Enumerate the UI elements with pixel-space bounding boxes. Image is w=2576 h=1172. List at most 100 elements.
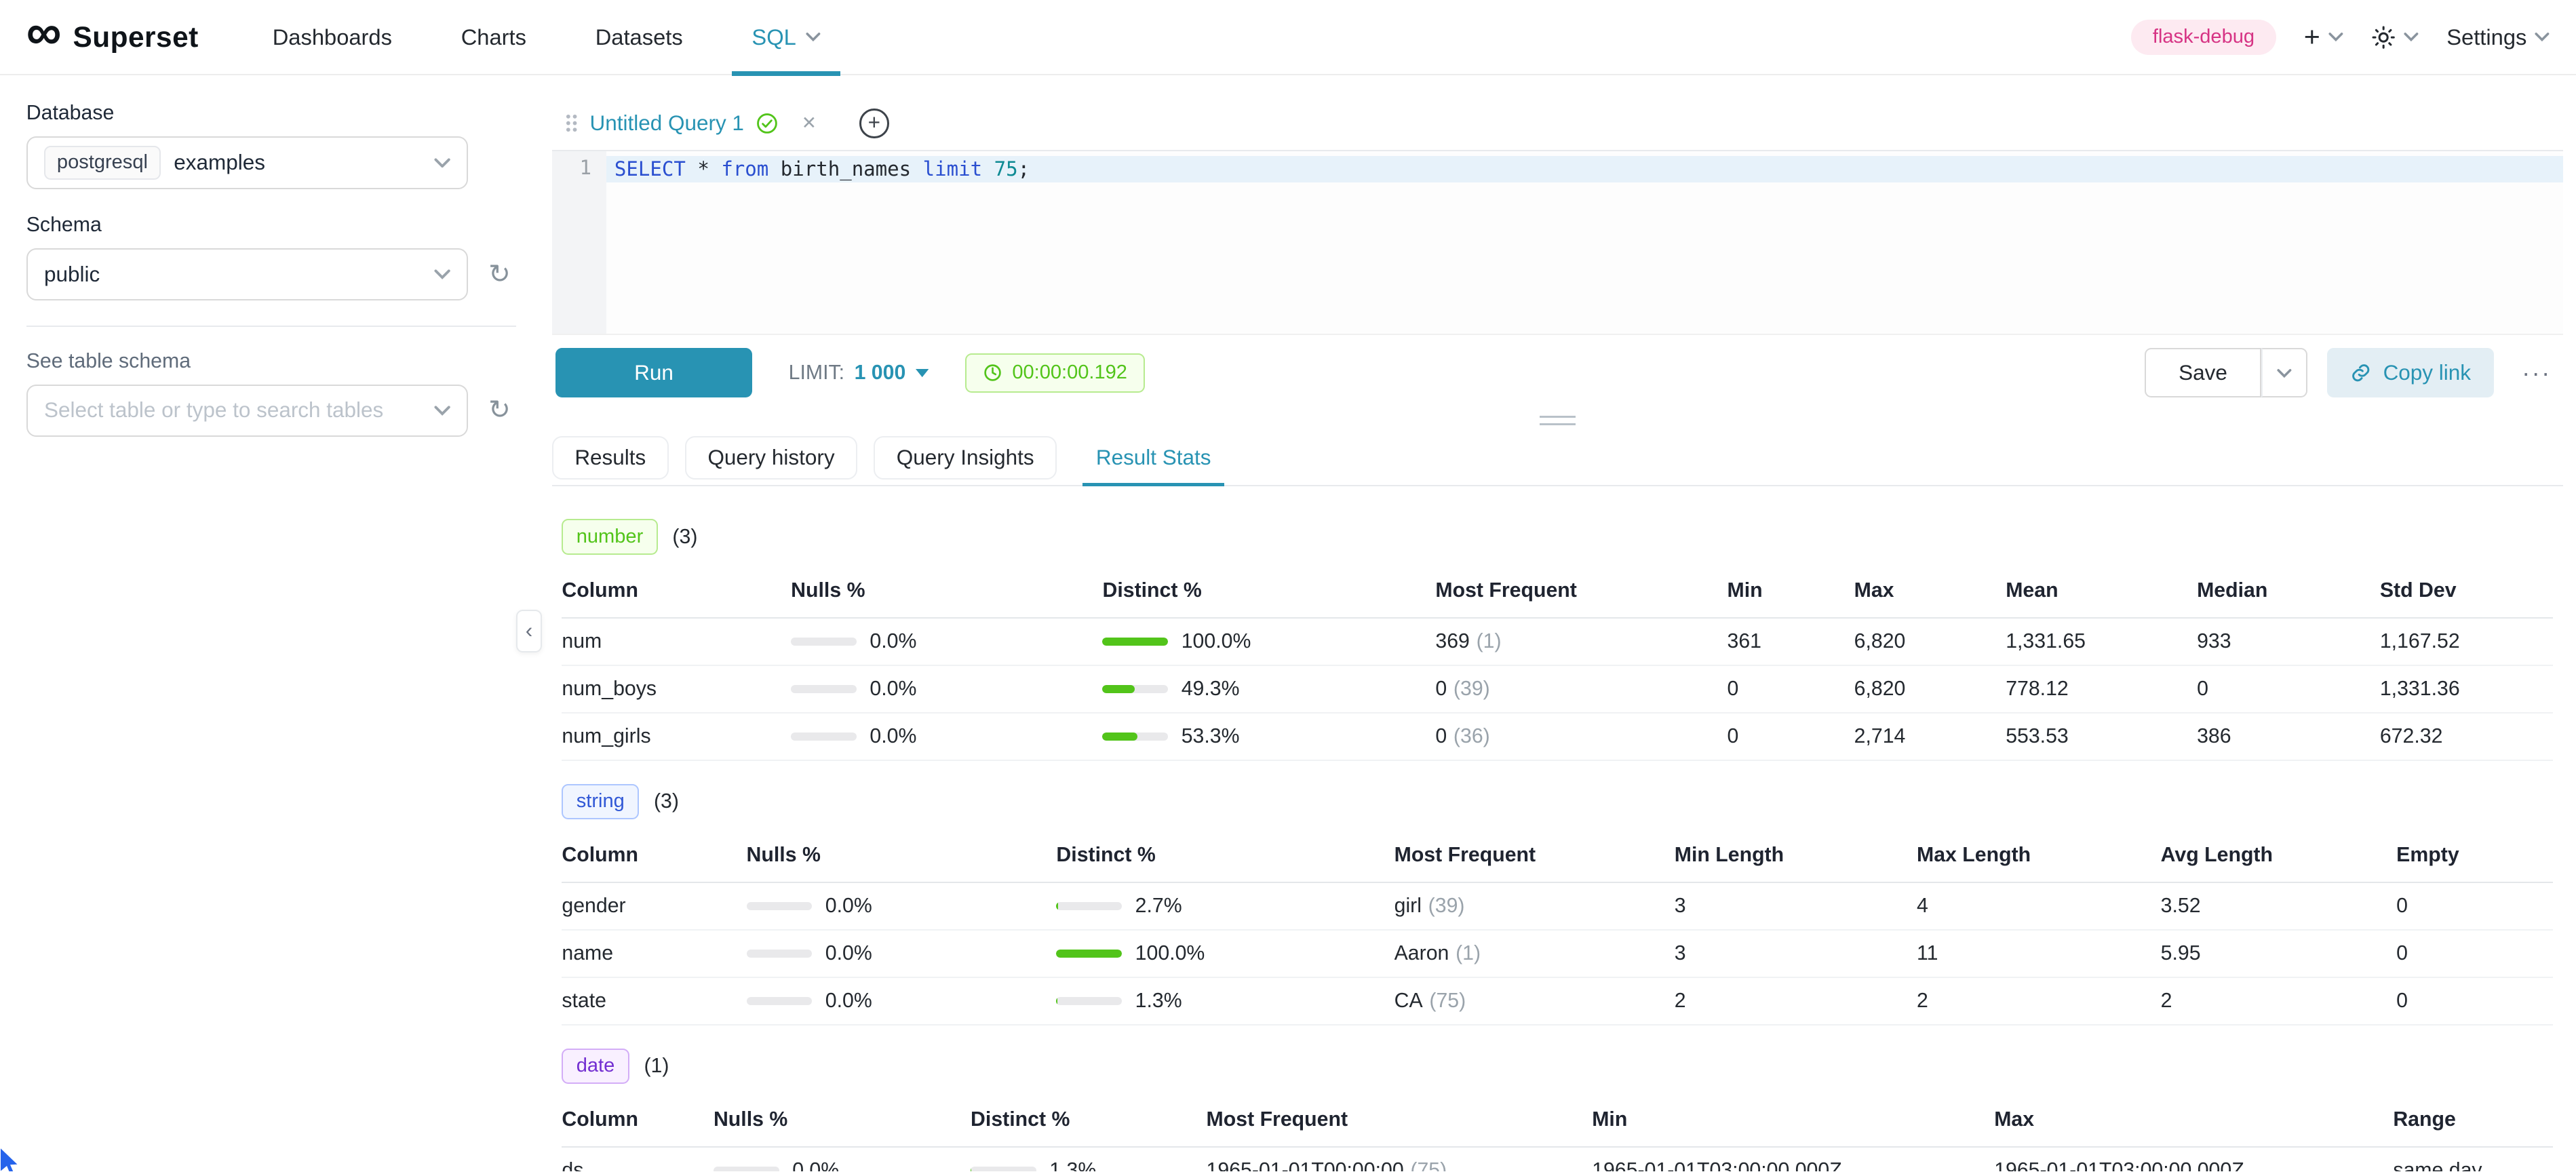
table-row: state0.0%1.3%CA(75)2220 bbox=[562, 977, 2553, 1025]
pane-resize-handle[interactable] bbox=[552, 411, 2563, 431]
settings-menu[interactable]: Settings bbox=[2446, 24, 2550, 50]
percent-label: 49.3% bbox=[1182, 678, 1240, 701]
query-tab[interactable]: Untitled Query 1 ✕ bbox=[555, 111, 827, 136]
column-type-count: (3) bbox=[672, 526, 697, 549]
editor-gutter: 1 bbox=[552, 151, 606, 334]
percent-cell: 2.7% bbox=[1056, 882, 1394, 930]
nav-item-datasets[interactable]: Datasets bbox=[561, 0, 718, 74]
percent-label: 0.0% bbox=[870, 725, 916, 748]
frequent-value: 0 bbox=[1435, 725, 1447, 747]
editor-code-area[interactable]: SELECT * from birth_names limit 75; bbox=[606, 151, 2563, 334]
database-select[interactable]: postgresql examples bbox=[26, 136, 469, 189]
main-nav: Dashboards Charts Datasets SQL bbox=[238, 0, 855, 74]
sql-editor[interactable]: 1 SELECT * from birth_names limit 75; bbox=[552, 151, 2563, 335]
value-cell: 778.12 bbox=[2006, 665, 2197, 713]
tab-result-stats[interactable]: Result Stats bbox=[1073, 436, 1234, 480]
tab-query-history[interactable]: Query history bbox=[685, 436, 857, 480]
percent-label: 2.7% bbox=[1135, 895, 1182, 918]
refresh-tables-icon[interactable]: ↻ bbox=[488, 395, 510, 425]
frequent-value: 0 bbox=[1435, 678, 1447, 700]
query-success-check-icon bbox=[756, 112, 779, 135]
value-cell: 0 bbox=[2396, 977, 2553, 1025]
progress-fill bbox=[1056, 902, 1058, 910]
stats-table-string: ColumnNulls %Distinct %Most FrequentMin … bbox=[562, 829, 2553, 1026]
save-options-button[interactable] bbox=[2261, 348, 2307, 397]
frequent-value: Aaron bbox=[1394, 942, 1449, 964]
value-cell: 2 bbox=[1917, 977, 2161, 1025]
percent-label: 1.3% bbox=[1049, 1159, 1096, 1171]
percent-cell: 53.3% bbox=[1102, 713, 1435, 760]
tab-results[interactable]: Results bbox=[552, 436, 669, 480]
value-cell: 1,331.36 bbox=[2380, 665, 2553, 713]
value-cell: 1965-01-01T03:00:00.000Z bbox=[1592, 1147, 1994, 1171]
mouse-cursor bbox=[0, 1147, 23, 1171]
toolbar-right: Save Copy link ··· bbox=[2145, 348, 2560, 397]
most-frequent-cell: 1965-01-01T00:00:00(75) bbox=[1207, 1147, 1593, 1171]
sqllab-sidebar: Database postgresql examples Schema publ… bbox=[0, 75, 542, 1171]
settings-label: Settings bbox=[2446, 24, 2526, 50]
value-cell: 3 bbox=[1675, 930, 1917, 977]
progress-track bbox=[1102, 685, 1168, 693]
page-body: Database postgresql examples Schema publ… bbox=[0, 75, 2576, 1171]
line-number: 1 bbox=[552, 156, 591, 179]
column-header: Most Frequent bbox=[1207, 1094, 1593, 1148]
column-type-tag: date bbox=[562, 1049, 629, 1084]
chevron-down-icon bbox=[2404, 32, 2419, 42]
value-cell: 672.32 bbox=[2380, 713, 2553, 760]
frequent-value: CA bbox=[1394, 990, 1423, 1012]
theme-toggle-menu[interactable] bbox=[2371, 25, 2419, 50]
save-button[interactable]: Save bbox=[2145, 348, 2262, 397]
run-button[interactable]: Run bbox=[555, 348, 753, 397]
percent-cell: 0.0% bbox=[791, 713, 1102, 760]
editor-toolbar: Run LIMIT: 1 000 00:00:00.192 Save bbox=[552, 335, 2563, 410]
value-cell: 0 bbox=[1728, 713, 1854, 760]
column-type-count: (1) bbox=[644, 1055, 669, 1078]
column-header: Distinct % bbox=[1102, 564, 1435, 618]
frequent-value: 1965-01-01T00:00:00 bbox=[1207, 1159, 1404, 1171]
superset-brand[interactable]: ∞ Superset bbox=[26, 0, 199, 74]
progress-track bbox=[791, 732, 857, 741]
table-select-placeholder: Select table or type to search tables bbox=[44, 398, 383, 423]
tab-query-insights[interactable]: Query Insights bbox=[874, 436, 1057, 480]
link-icon bbox=[2350, 362, 2371, 383]
sql-token: birth_names bbox=[781, 157, 911, 180]
frequent-count: (39) bbox=[1428, 895, 1465, 917]
percent-cell: 0.0% bbox=[791, 665, 1102, 713]
column-header: Range bbox=[2393, 1094, 2553, 1148]
sql-token: 75 bbox=[994, 157, 1018, 180]
sql-token: ; bbox=[1018, 157, 1030, 180]
copy-link-button[interactable]: Copy link bbox=[2327, 348, 2494, 397]
navbar: ∞ Superset Dashboards Charts Datasets SQ… bbox=[0, 0, 2576, 75]
schema-select[interactable]: public bbox=[26, 248, 469, 301]
new-item-menu[interactable]: + bbox=[2304, 23, 2343, 51]
value-cell: 2 bbox=[2161, 977, 2397, 1025]
stats-section-date: date(1)ColumnNulls %Distinct %Most Frequ… bbox=[562, 1049, 2553, 1171]
table-row: num0.0%100.0%369(1)3616,8201,331.659331,… bbox=[562, 618, 2553, 665]
value-cell: 5.95 bbox=[2161, 930, 2397, 977]
value-cell: 6,820 bbox=[1854, 618, 2006, 665]
chevron-down-icon bbox=[434, 406, 450, 416]
most-frequent-cell: 0(39) bbox=[1435, 665, 1727, 713]
value-cell: 4 bbox=[1917, 882, 2161, 930]
most-frequent-cell: Aaron(1) bbox=[1394, 930, 1675, 977]
percent-cell: 49.3% bbox=[1102, 665, 1435, 713]
nav-item-charts[interactable]: Charts bbox=[427, 0, 561, 74]
close-tab-icon[interactable]: ✕ bbox=[802, 113, 817, 134]
value-cell: 1,331.65 bbox=[2006, 618, 2197, 665]
plus-icon: + bbox=[2304, 23, 2320, 51]
nav-item-dashboards[interactable]: Dashboards bbox=[238, 0, 427, 74]
more-actions-button[interactable]: ··· bbox=[2514, 348, 2560, 397]
table-schema-label: See table schema bbox=[26, 350, 516, 373]
sidebar-collapse-button[interactable]: ‹ bbox=[516, 610, 543, 652]
limit-dropdown[interactable]: LIMIT: 1 000 bbox=[789, 362, 929, 385]
progress-fill bbox=[1056, 950, 1122, 958]
progress-track bbox=[1102, 638, 1168, 646]
table-select[interactable]: Select table or type to search tables bbox=[26, 385, 469, 437]
column-header: Distinct % bbox=[971, 1094, 1207, 1148]
refresh-schemas-icon[interactable]: ↻ bbox=[488, 260, 510, 289]
progress-track bbox=[791, 685, 857, 693]
navbar-right: flask-debug + Settings bbox=[2131, 0, 2550, 74]
nav-item-sql[interactable]: SQL bbox=[718, 0, 855, 74]
add-query-tab-button[interactable]: + bbox=[859, 109, 889, 138]
percent-label: 0.0% bbox=[870, 678, 916, 701]
